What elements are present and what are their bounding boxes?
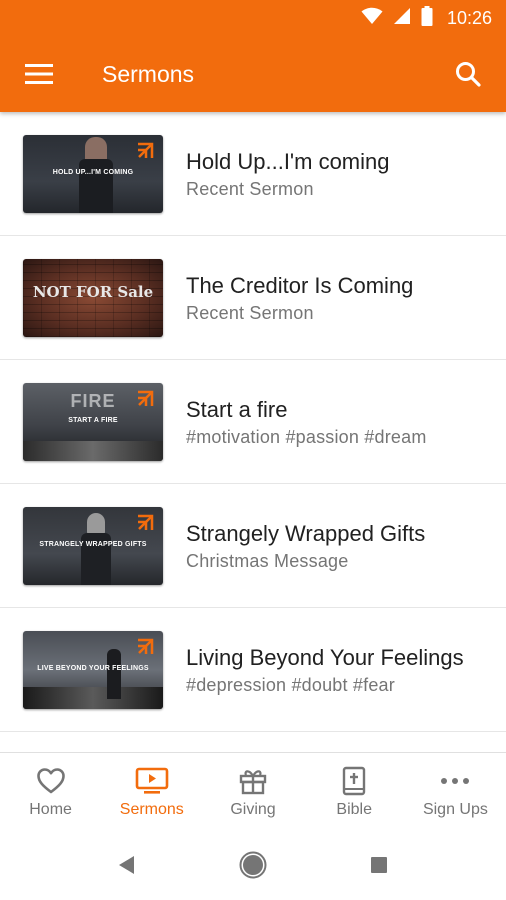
gift-icon [238,765,268,797]
nav-label: Home [29,800,72,818]
nav-sign-ups[interactable]: Sign Ups [405,753,506,830]
thumbnail-caption: STRANGELY WRAPPED GIFTS [39,540,147,548]
nav-label: Bible [336,800,372,818]
sermon-subtitle: #depression #doubt #fear [186,674,395,695]
wifi-icon [361,7,383,30]
cell-signal-icon [393,7,411,30]
tv-play-icon [135,765,169,797]
sermon-subtitle: Christmas Message [186,550,349,571]
system-home-button[interactable] [190,851,316,879]
page-title: Sermons [102,60,195,87]
system-back-button[interactable] [64,855,190,875]
hamburger-menu-icon [25,64,53,84]
sermon-subtitle: #motivation #passion #dream [186,426,427,447]
church-logo-icon [138,142,154,158]
search-icon [456,62,481,87]
heart-icon [36,765,66,797]
thumbnail-caption: HOLD UP...I'M COMING [52,168,134,176]
nav-label: Sign Ups [422,800,488,818]
more-dots-icon [440,765,470,797]
back-triangle-icon [119,856,134,874]
thumbnail-caption: START A FIRE [68,416,118,424]
recents-square-icon [371,857,387,873]
nav-label: Sermons [119,800,184,818]
thumbnail-caption: NOT FOR Sale [32,282,154,301]
sermon-title: Start a fire [186,396,288,422]
sermon-subtitle: Recent Sermon [186,178,314,199]
system-recents-button[interactable] [316,856,442,874]
sermon-row[interactable]: STRANGELY WRAPPED GIFTS Strangely Wrappe… [0,484,506,608]
sermon-thumbnail: HOLD UP...I'M COMING [23,134,163,213]
sermon-row[interactable]: LIVE BEYOND YOUR FEELINGS Living Beyond … [0,608,506,732]
bottom-navigation: Home Sermons Giving Bible Sign Ups [0,752,506,830]
sermon-row[interactable]: HOLD UP...I'M COMING Hold Up...I'm comin… [0,112,506,236]
search-button[interactable] [430,36,506,112]
app-bar: Sermons [0,36,506,112]
thumbnail-caption: LIVE BEYOND YOUR FEELINGS [37,664,149,672]
status-bar: 10:26 [0,0,506,36]
menu-button[interactable] [0,36,80,112]
sermon-thumbnail: FIRE START A FIRE [23,382,163,461]
sermon-list: HOLD UP...I'M COMING Hold Up...I'm comin… [0,112,506,752]
home-circle-icon [239,851,267,879]
status-time: 10:26 [446,7,492,28]
sermon-thumbnail: NOT FOR Sale [23,258,163,337]
church-logo-icon [138,514,154,530]
nav-home[interactable]: Home [0,753,101,830]
nav-sermons[interactable]: Sermons [101,753,202,830]
sermon-row[interactable]: NOT FOR Sale The Creditor Is Coming Rece… [0,236,506,360]
church-logo-icon [138,638,154,654]
sermon-thumbnail: STRANGELY WRAPPED GIFTS [23,506,163,585]
sermon-title: Hold Up...I'm coming [186,148,390,174]
sermon-title: Living Beyond Your Feelings [186,644,464,670]
system-navigation [0,830,506,900]
sermon-thumbnail: LIVE BEYOND YOUR FEELINGS [23,630,163,709]
battery-icon [421,5,433,31]
nav-label: Giving [230,800,276,818]
sermon-title: Strangely Wrapped Gifts [186,520,426,546]
sermon-title: The Creditor Is Coming [186,272,414,298]
top-bar: 10:26 Sermons [0,0,506,112]
nav-bible[interactable]: Bible [304,753,405,830]
nav-giving[interactable]: Giving [202,753,303,830]
sermon-subtitle: Recent Sermon [186,302,314,323]
sermon-row[interactable]: FIRE START A FIRE Start a fire #motivati… [0,360,506,484]
bible-icon [341,765,367,797]
church-logo-icon [138,390,154,406]
